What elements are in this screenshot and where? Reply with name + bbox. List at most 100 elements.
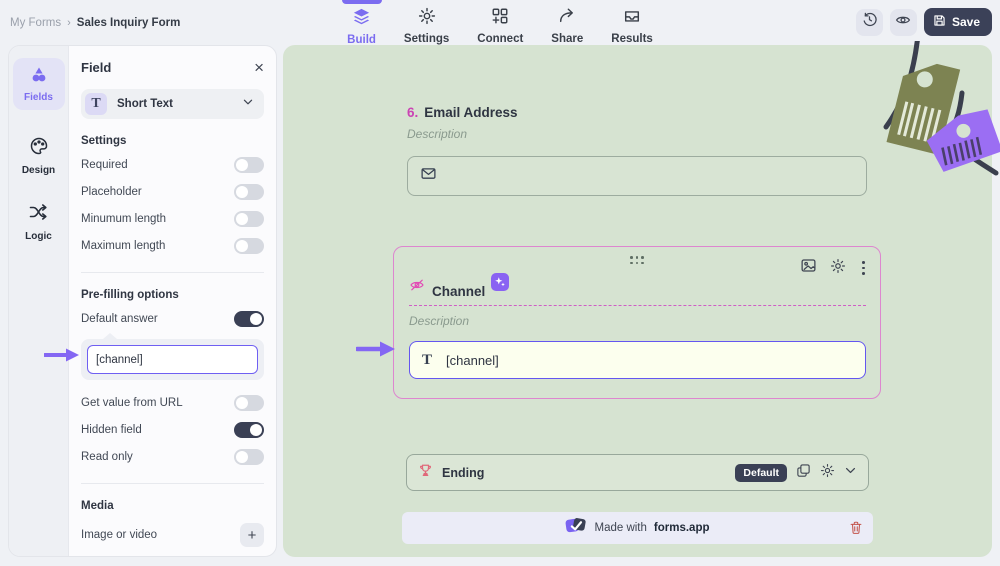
email-question-title-row: 6. Email Address [407,105,867,120]
url-value-label: Get value from URL [81,396,183,409]
grid-plus-icon [491,7,509,30]
channel-card-body: Channel Description T [channel] [409,273,866,379]
layers-icon [352,7,371,31]
share-arrow-icon [558,7,576,30]
default-answer-input[interactable] [87,345,258,374]
duplicate-icon[interactable] [796,463,811,483]
sidebar-item-logic-label: Logic [25,231,52,242]
image-icon[interactable] [800,257,817,279]
field-panel-content: Field × T Short Text Settings Required P… [69,46,276,556]
gear-icon[interactable] [820,463,835,483]
short-text-type-icon: T [85,93,107,115]
setting-row-minimum-length: Minumum length [81,205,264,232]
history-icon [862,12,877,32]
setting-row-required: Required [81,151,264,178]
top-actions: Save [855,8,992,36]
close-icon[interactable]: × [254,59,264,76]
canvas-arrow-annotation [354,341,396,362]
nav-tabs: Build Settings Connect Share Results [0,0,1000,46]
email-answer-input[interactable] [407,156,867,196]
settings-section-title: Settings [81,135,127,147]
default-badge: Default [735,463,787,482]
setting-row-url-value: Get value from URL [81,389,264,416]
field-type-dropdown[interactable]: T Short Text [81,89,264,119]
maximum-length-toggle[interactable] [234,237,264,254]
trophy-icon [418,463,433,483]
form-builder-screen: My Forms › Sales Inquiry Form Build Sett… [0,0,1000,566]
eye-off-icon [409,277,425,298]
image-or-video-label: Image or video [81,529,158,541]
prefill-section-title: Pre-filling options [81,289,179,301]
hidden-field-toggle[interactable] [234,421,264,438]
add-media-button[interactable]: + [240,523,264,547]
field-panel-header: Field × [81,59,264,76]
channel-default-value: [channel] [446,352,499,368]
builder-rail: Fields Design Logic [9,46,69,556]
top-bar: My Forms › Sales Inquiry Form Build Sett… [0,0,1000,46]
required-label: Required [81,158,128,171]
gear-icon[interactable] [830,258,846,279]
chevron-down-icon [242,95,254,113]
channel-title-row: Channel [409,273,866,306]
forms-app-logo [565,516,587,541]
sidebar-item-design[interactable]: Design [22,136,55,176]
tab-share-label: Share [551,33,584,45]
read-only-toggle[interactable] [234,448,264,465]
media-section-title: Media [81,500,114,512]
eye-icon [895,12,911,33]
save-button-label: Save [951,15,980,29]
tab-settings[interactable]: Settings [404,7,449,45]
panel-divider [81,272,264,273]
maximum-length-label: Maximum length [81,239,166,252]
channel-card-actions [800,257,868,279]
tab-results-label: Results [611,33,653,45]
text-type-icon: T [422,351,433,368]
tab-build[interactable]: Build [341,0,382,46]
placeholder-toggle[interactable] [234,183,264,200]
ending-section[interactable]: Ending Default [406,454,869,491]
history-button[interactable] [855,8,883,36]
preview-button[interactable] [889,8,917,36]
read-only-label: Read only [81,450,133,463]
question-description: Description [407,127,468,141]
tab-settings-label: Settings [403,33,450,45]
minimum-length-toggle[interactable] [234,210,264,227]
sidebar-item-fields[interactable]: Fields [12,58,65,110]
email-question-block[interactable]: 6. Email Address Description [407,105,867,196]
ai-sparkle-icon[interactable] [491,273,510,291]
price-tags-illustration [872,32,1000,184]
tab-results[interactable]: Results [611,7,653,45]
sidebar-item-logic[interactable]: Logic [25,202,52,242]
setting-row-hidden-field: Hidden field [81,416,264,443]
default-answer-box [81,333,264,380]
kebab-menu-icon[interactable] [859,260,868,275]
channel-answer-input[interactable]: T [channel] [409,341,866,379]
channel-field-description[interactable]: Description [409,314,866,328]
field-type-label: Short Text [117,98,174,110]
setting-row-read-only: Read only [81,443,264,470]
default-answer-label: Default answer [81,312,158,325]
form-canvas: 6. Email Address Description Channel Des… [283,32,1000,557]
branding-footer: Made with forms.app [402,512,873,544]
panel-arrow-annotation [43,348,80,367]
brand-name[interactable]: forms.app [654,522,710,534]
url-value-toggle[interactable] [234,394,264,411]
chevron-down-icon[interactable] [844,464,857,482]
channel-field-card[interactable]: Channel Description T [channel] [393,246,881,399]
made-with-text: Made with [594,522,647,534]
panel-title: Field [81,60,112,75]
field-settings-panel: Fields Design Logic Field × T Short Text… [8,45,277,557]
channel-field-title[interactable]: Channel [432,284,485,299]
placeholder-label: Placeholder [81,185,142,198]
envelope-icon [420,165,437,187]
tab-share[interactable]: Share [551,7,583,45]
tab-connect[interactable]: Connect [477,7,523,45]
save-button[interactable]: Save [923,8,992,36]
tab-connect-label: Connect [477,33,524,45]
default-answer-toggle[interactable] [234,310,264,327]
required-toggle[interactable] [234,156,264,173]
gear-icon [418,7,436,30]
hidden-field-label: Hidden field [81,423,142,436]
drag-handle-icon[interactable] [630,256,644,265]
trash-icon[interactable] [849,520,863,540]
